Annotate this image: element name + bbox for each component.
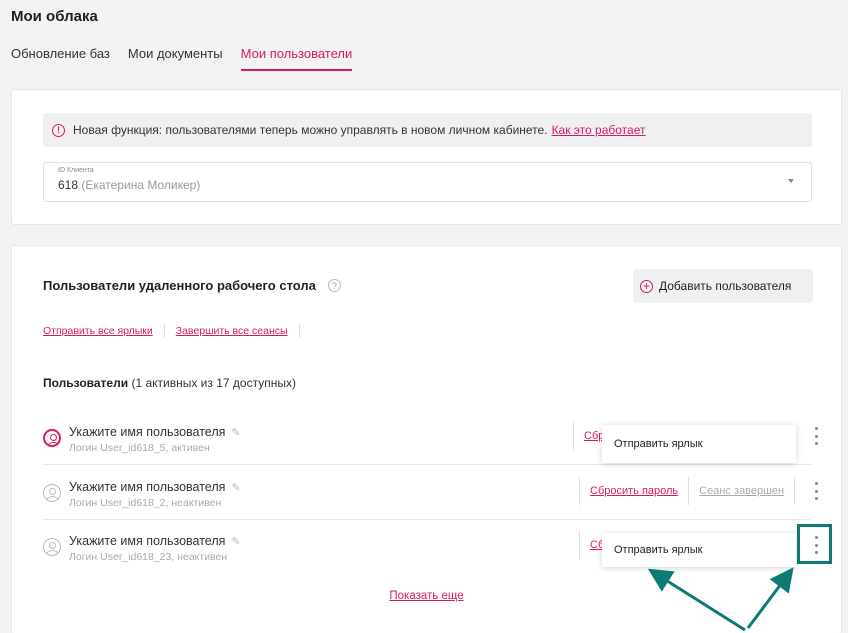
users-count: (1 активных из 17 доступных): [131, 376, 296, 390]
send-all-shortcuts-link[interactable]: Отправить все ярлыки: [43, 325, 153, 337]
notice-text: Новая функция: пользователями теперь мож…: [73, 123, 548, 137]
client-id-label: ID Клиента: [58, 167, 94, 174]
section-title: Пользователи удаленного рабочего стола ?: [43, 278, 341, 293]
pencil-icon[interactable]: ✎: [231, 427, 240, 439]
end-all-sessions-link[interactable]: Завершить все сеансы: [176, 325, 288, 337]
user-avatar-icon: [43, 429, 61, 447]
pencil-icon[interactable]: ✎: [231, 482, 240, 494]
more-menu-icon[interactable]: [812, 482, 820, 500]
add-user-button[interactable]: + Добавить пользователя: [633, 269, 813, 303]
users-label: Пользователи: [43, 376, 129, 390]
annotation-highlight-box: [797, 524, 832, 564]
chevron-down-icon[interactable]: [788, 179, 794, 183]
more-menu-icon[interactable]: [812, 427, 820, 445]
reset-password-link[interactable]: Сбросить пароль: [580, 485, 688, 497]
notice-link[interactable]: Как это работает: [552, 123, 646, 137]
user-avatar-icon: [43, 484, 61, 502]
tab-my-users[interactable]: Мои пользователи: [240, 46, 353, 71]
user-login: Логин User_id618_5, активен: [69, 442, 210, 454]
user-actions: Сбросить пароль Сеанс завершен: [579, 476, 796, 506]
menu-item-send-shortcut[interactable]: Отправить ярлык: [614, 438, 702, 450]
divider: [163, 324, 165, 338]
help-icon[interactable]: ?: [327, 279, 341, 292]
section-title-text: Пользователи удаленного рабочего стола: [43, 278, 316, 293]
tabs: Обновление баз Мои документы Мои пользов…: [11, 46, 353, 71]
bulk-actions: Отправить все ярлыки Завершить все сеанс…: [43, 324, 311, 338]
pencil-icon[interactable]: ✎: [231, 536, 240, 548]
menu-item-send-shortcut[interactable]: Отправить ярлык: [614, 544, 702, 556]
user-name: Укажите имя пользователя ✎: [69, 534, 241, 548]
client-id-value: 618 (Екатерина Моликер): [58, 178, 797, 192]
info-icon: !: [52, 123, 65, 137]
show-more-link[interactable]: Показать еще: [389, 590, 463, 602]
client-id-number: 618: [58, 178, 79, 192]
add-user-label: Добавить пользователя: [659, 279, 792, 293]
user-avatar-icon: [43, 538, 61, 556]
tab-db-updates[interactable]: Обновление баз: [11, 46, 110, 71]
client-id-name: (Екатерина Моликер): [81, 178, 201, 192]
divider: [298, 324, 300, 338]
show-more: Показать еще: [12, 590, 841, 602]
users-heading: Пользователи (1 активных из 17 доступных…: [43, 376, 296, 390]
user-row: Укажите имя пользователя ✎ Логин User_id6…: [43, 466, 818, 520]
user-login: Логин User_id618_2, неактивен: [69, 497, 222, 509]
notice-banner: ! Новая функция: пользователями теперь м…: [43, 113, 812, 147]
divider: [794, 477, 796, 505]
plus-icon: +: [640, 279, 653, 293]
client-card: ! Новая функция: пользователями теперь м…: [11, 89, 842, 225]
context-menu-send-shortcut[interactable]: Отправить ярлык: [602, 425, 796, 463]
user-login: Логин User_id618_23, неактивен: [69, 551, 228, 563]
user-name: Укажите имя пользователя ✎: [69, 480, 241, 494]
client-id-select[interactable]: ID Клиента 618 (Екатерина Моликер): [43, 162, 812, 202]
tab-my-documents[interactable]: Мои документы: [128, 46, 223, 71]
page-title: Мои облака: [11, 8, 98, 25]
user-name: Укажите имя пользователя ✎: [69, 425, 241, 439]
context-menu-send-shortcut[interactable]: Отправить ярлык: [602, 533, 796, 567]
session-ended-text: Сеанс завершен: [699, 485, 785, 497]
